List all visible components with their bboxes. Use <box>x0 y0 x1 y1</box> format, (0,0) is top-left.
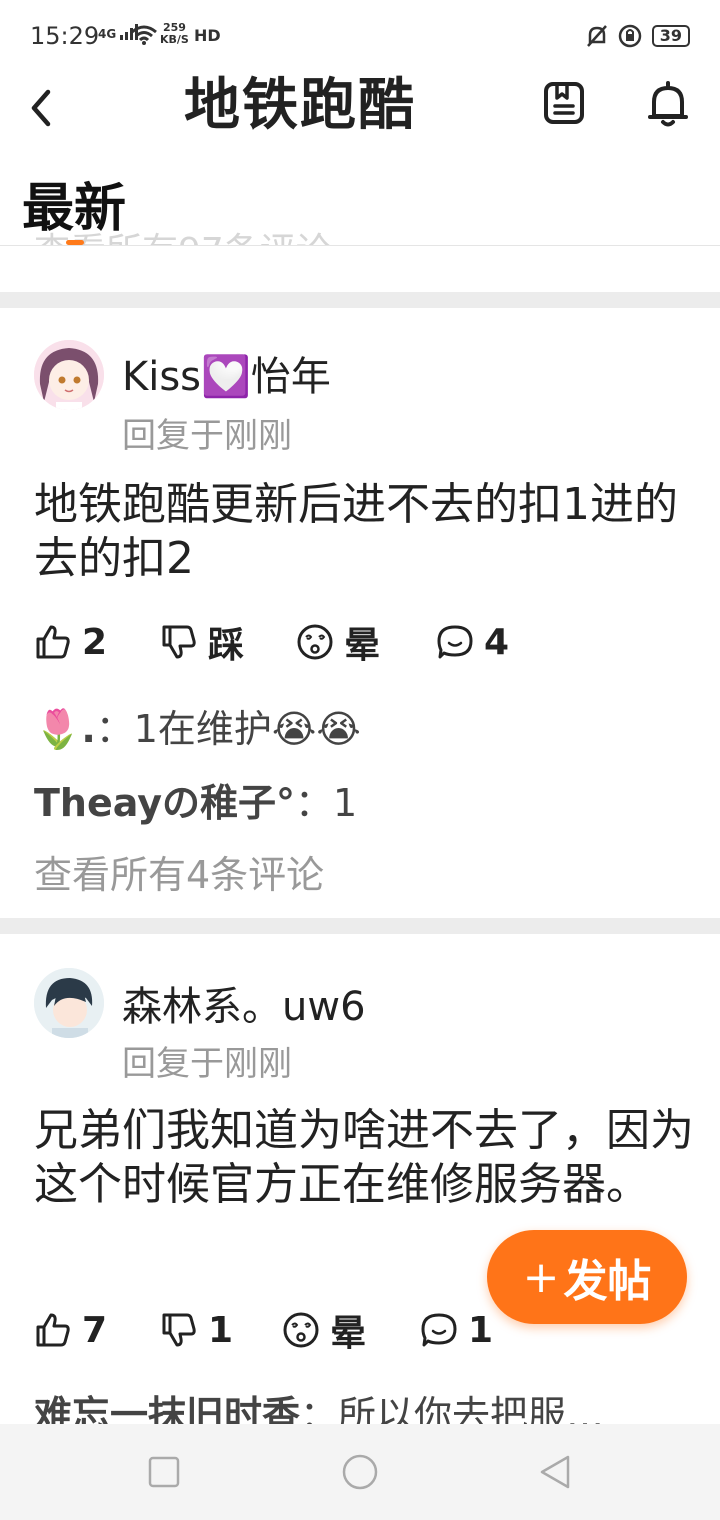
system-nav-bar <box>0 1424 720 1520</box>
status-bar: 15:29 4G 259 KB/S HD 39 <box>0 0 720 72</box>
notification-button[interactable] <box>644 80 692 128</box>
plus-icon: + <box>522 1251 560 1303</box>
section-divider <box>0 918 720 934</box>
sub-comment[interactable]: 🌷.：1在维护😭😭 <box>34 698 361 753</box>
post-actions: 2 踩 晕 4 <box>34 618 694 666</box>
thumb-down-icon <box>162 625 196 659</box>
post-card: Kiss💟怡年 回复于刚刚 地铁跑酷更新后进不去的扣1进的去的扣2 2 踩 晕 … <box>0 308 720 918</box>
header: 地铁跑酷 <box>0 72 720 146</box>
network-type: 4G <box>98 27 117 41</box>
bookmark-icon <box>544 82 584 124</box>
like-button[interactable]: 7 <box>34 1306 107 1354</box>
dislike-button[interactable]: 踩 <box>160 618 244 666</box>
thumb-up-icon <box>36 1313 70 1347</box>
thumb-down-icon <box>162 1313 196 1347</box>
lock-rotation-icon <box>618 24 641 48</box>
new-post-button[interactable]: + 发帖 <box>487 1230 687 1324</box>
sort-indicator <box>66 240 84 245</box>
section-divider <box>0 292 720 308</box>
sub-comment-author[interactable]: Theayの稚子° <box>34 781 295 825</box>
username[interactable]: 森林系。uw6 <box>122 974 366 1032</box>
post-content[interactable]: 地铁跑酷更新后进不去的扣1进的去的扣2 <box>34 478 694 586</box>
recent-apps-icon[interactable] <box>144 1452 184 1492</box>
hd-indicator: HD <box>194 26 221 45</box>
like-count: 2 <box>82 621 108 663</box>
home-icon[interactable] <box>340 1452 380 1492</box>
wifi-icon <box>131 25 157 45</box>
thumb-up-icon <box>36 625 70 659</box>
dislike-button[interactable]: 1 <box>160 1306 233 1354</box>
post-content[interactable]: 兄弟们我知道为啥进不去了，因为这个时候官方正在维修服务器。 <box>34 1104 694 1212</box>
like-count: 7 <box>82 1309 108 1351</box>
dislike-count: 1 <box>208 1309 234 1351</box>
dizzy-label: 晕 <box>344 625 381 666</box>
status-time: 15:29 <box>30 22 100 50</box>
sort-bar: 最新 查看所有97条评论 <box>0 160 720 246</box>
bell-icon <box>648 81 688 127</box>
avatar[interactable] <box>34 968 104 1038</box>
back-nav-icon[interactable] <box>536 1452 576 1492</box>
comment-button[interactable]: 4 <box>436 618 509 666</box>
dizzy-icon <box>283 1312 319 1348</box>
page-title: 地铁跑酷 <box>184 73 416 138</box>
post-card: 森林系。uw6 回复于刚刚 兄弟们我知道为啥进不去了，因为这个时候官方正在维修服… <box>0 934 720 1437</box>
bookmark-button[interactable] <box>541 80 587 126</box>
sub-comment[interactable]: Theayの稚子°：1 <box>34 772 357 827</box>
dizzy-button[interactable]: 晕 <box>296 618 380 666</box>
sub-comment-text: ：1在维护😭😭 <box>95 707 361 751</box>
dizzy-icon <box>297 624 333 660</box>
username[interactable]: Kiss💟怡年 <box>122 344 331 402</box>
new-post-label: 发帖 <box>563 1256 652 1307</box>
battery-indicator: 39 <box>651 25 690 47</box>
comment-button[interactable]: 1 <box>420 1306 493 1354</box>
reply-time: 回复于刚刚 <box>122 416 292 456</box>
comment-count: 4 <box>484 621 510 663</box>
sub-comment-author[interactable]: 🌷. <box>34 707 96 751</box>
dizzy-button[interactable]: 晕 <box>282 1306 366 1354</box>
like-button[interactable]: 2 <box>34 618 107 666</box>
avatar[interactable] <box>34 340 104 410</box>
dislike-label: 踩 <box>208 625 245 666</box>
comment-icon <box>421 1313 457 1347</box>
reply-time: 回复于刚刚 <box>122 1044 292 1084</box>
comment-count: 1 <box>468 1309 494 1351</box>
sub-comment-text: ：1 <box>295 781 358 825</box>
comment-icon <box>437 625 473 659</box>
view-all-comments[interactable]: 查看所有4条评论 <box>34 844 324 899</box>
network-speed: 259 KB/S <box>160 21 189 46</box>
mute-bell-icon <box>586 25 607 47</box>
dizzy-label: 晕 <box>330 1313 367 1354</box>
